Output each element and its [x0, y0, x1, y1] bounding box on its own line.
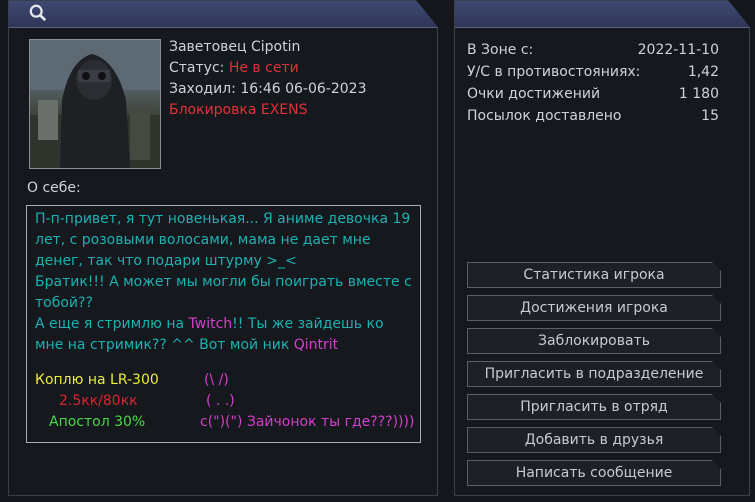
- about-line-2: Братик!!! А может мы могли бы поиграть в…: [35, 274, 412, 311]
- stat-row-deliveries: Посылок доставлено 15: [467, 105, 719, 127]
- bunny-line-1: (\ /): [204, 372, 229, 388]
- invite-squad-button[interactable]: Пригласить в отряд: [467, 394, 721, 420]
- stat-label: Посылок доставлено: [467, 108, 622, 124]
- ban-status: Блокировка EXENS: [169, 102, 308, 118]
- player-achievements-button[interactable]: Достижения игрока: [467, 295, 721, 321]
- actions-titlebar: [455, 0, 750, 28]
- stat-value: 2022-11-10: [637, 42, 719, 58]
- player-stats-button[interactable]: Статистика игрока: [467, 262, 721, 288]
- about-line-1: П-п-привет, я тут новенькая... Я аниме д…: [35, 211, 411, 269]
- last-seen-label: Заходил:: [169, 81, 236, 97]
- stat-label: Очки достижений: [467, 86, 601, 102]
- apostol-text: Апостол 30%: [49, 414, 146, 430]
- about-text: А еще я стримлю на: [35, 316, 189, 332]
- player-stats: В Зоне с: 2022-11-10 У/С в противостояни…: [467, 39, 719, 127]
- bunny-line-2: ( . .): [206, 393, 235, 409]
- stat-row-zone-since: В Зоне с: 2022-11-10: [467, 39, 719, 61]
- profile-panel: Заветовец Cipotin Статус: Не в сети Захо…: [8, 0, 438, 496]
- twitch-link: Twitch: [188, 316, 233, 332]
- add-friend-button[interactable]: Добавить в друзья: [467, 427, 721, 453]
- stat-value: 1 180: [678, 86, 719, 102]
- status-value: Не в сети: [228, 60, 299, 76]
- avatar: [29, 39, 161, 169]
- last-seen-line: Заходил: 16:46 06-06-2023: [169, 79, 366, 100]
- status-line: Статус: Не в сети: [169, 58, 366, 79]
- actions-panel: В Зоне с: 2022-11-10 У/С в противостояни…: [454, 0, 750, 496]
- saving-for-text: Коплю на LR-300: [35, 372, 159, 388]
- last-seen-value: 16:46 06-06-2023: [240, 81, 367, 97]
- stat-value: 15: [701, 108, 719, 124]
- nick-text: Qintrit: [293, 337, 339, 353]
- player-name: Заветовец Cipotin: [169, 39, 301, 55]
- send-message-button[interactable]: Написать сообщение: [467, 460, 721, 486]
- stat-row-kd: У/С в противостояниях: 1,42: [467, 61, 719, 83]
- stat-label: В Зоне с:: [467, 42, 534, 58]
- stat-row-achievement-points: Очки достижений 1 180: [467, 83, 719, 105]
- stat-label: У/С в противостояниях:: [467, 64, 641, 80]
- about-label: О себе:: [27, 180, 81, 196]
- about-text-box: П-п-привет, я тут новенькая... Я аниме д…: [26, 205, 421, 443]
- invite-division-button[interactable]: Пригласить в подразделение: [467, 361, 721, 387]
- status-label: Статус:: [169, 60, 225, 76]
- search-icon[interactable]: [29, 4, 47, 22]
- profile-info: Заветовец Cipotin Статус: Не в сети Захо…: [169, 37, 366, 121]
- block-button[interactable]: Заблокировать: [467, 328, 721, 354]
- about-line-3: А еще я стримлю на Twitch!! Ты же зайдеш…: [35, 314, 412, 356]
- profile-titlebar: [9, 0, 438, 28]
- price-text: 2.5кк/80кк: [59, 393, 138, 409]
- stat-value: 1,42: [687, 64, 719, 80]
- bunny-line-3: c(")(") Зайчонок ты где???)))): [200, 414, 415, 430]
